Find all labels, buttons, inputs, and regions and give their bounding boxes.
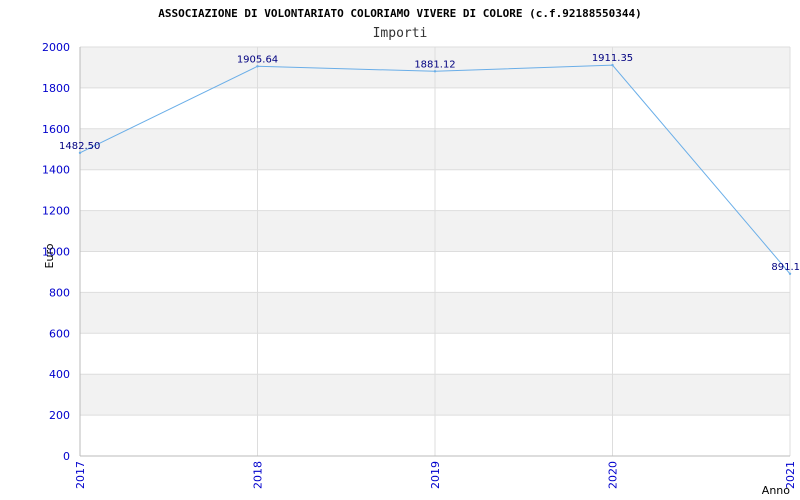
y-tick-label: 600	[49, 327, 70, 340]
data-label: 1905.64	[237, 54, 278, 65]
y-tick-label: 1600	[42, 123, 70, 136]
x-tick-labels: 2017 2018 2019 2020 2021	[74, 461, 797, 489]
y-tick-label: 800	[49, 286, 70, 299]
data-label: 891.1	[771, 262, 800, 273]
chart-title: ASSOCIAZIONE DI VOLONTARIATO COLORIAMO V…	[158, 7, 641, 20]
y-axis-label: Euro	[43, 243, 56, 268]
y-tick-label: 2000	[42, 41, 70, 54]
y-tick-label: 400	[49, 368, 70, 381]
data-point	[788, 272, 792, 275]
data-label: 1911.35	[592, 53, 633, 64]
data-point	[611, 63, 614, 67]
y-tick-label: 1200	[42, 205, 70, 218]
chart-subtitle: Importi	[373, 26, 428, 41]
data-label: 1881.12	[414, 59, 455, 70]
data-point	[433, 70, 437, 73]
x-tick-label: 2019	[429, 461, 442, 489]
y-tick-label: 1800	[42, 82, 70, 95]
y-tick-label: 1400	[42, 164, 70, 177]
data-point	[256, 65, 259, 68]
y-tick-label: 0	[63, 450, 70, 463]
data-label: 1482.50	[59, 141, 100, 152]
x-axis-label: Anno	[762, 484, 790, 497]
x-tick-label: 2020	[607, 461, 620, 489]
data-point	[78, 151, 82, 155]
x-tick-label: 2017	[74, 461, 87, 489]
x-tick-label: 2018	[252, 461, 265, 489]
chart: ASSOCIAZIONE DI VOLONTARIATO COLORIAMO V…	[42, 7, 800, 497]
y-tick-label: 200	[49, 409, 70, 422]
